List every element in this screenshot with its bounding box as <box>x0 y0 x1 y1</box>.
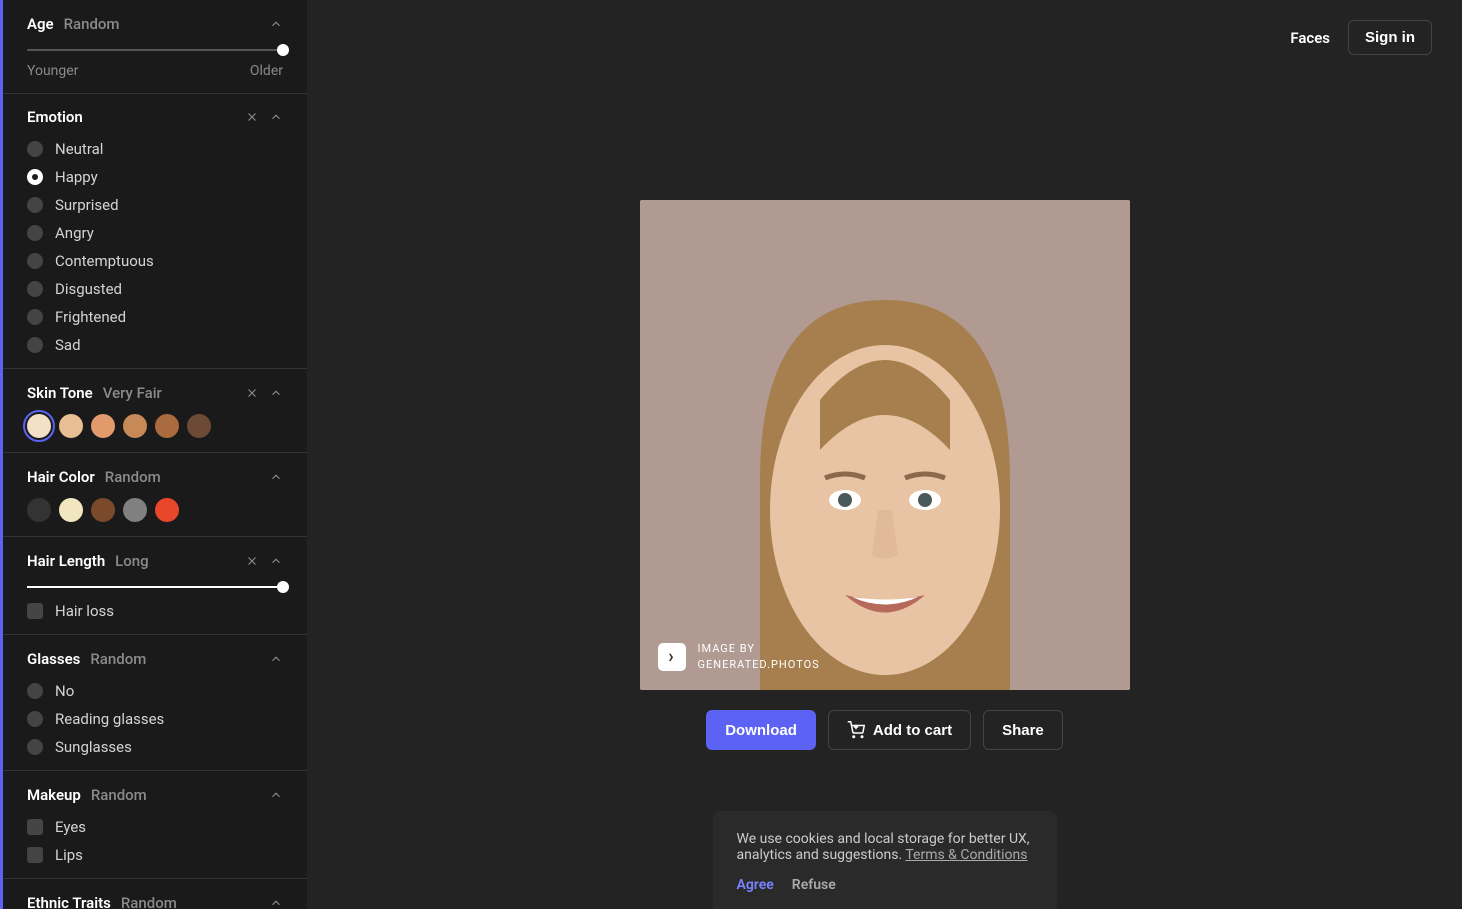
cookie-consent: We use cookies and local storage for bet… <box>713 811 1057 909</box>
emotion-option-sad[interactable]: Sad <box>27 336 283 354</box>
sidebar: Age Random Younger Older Emotion Neutral… <box>0 0 307 909</box>
skintone-swatch-0[interactable] <box>27 414 51 438</box>
add-to-cart-label: Add to cart <box>873 722 952 739</box>
age-max-label: Older <box>250 63 283 79</box>
hairlength-title: Hair Length <box>27 552 105 570</box>
emotion-option-neutral[interactable]: Neutral <box>27 140 283 158</box>
age-section: Age Random Younger Older <box>3 0 307 94</box>
skintone-value: Very Fair <box>103 384 162 402</box>
chevron-up-icon[interactable] <box>269 652 283 666</box>
makeup-value: Random <box>91 786 147 804</box>
glasses-section: Glasses Random No Reading glasses Sunglass… <box>3 635 307 771</box>
chevron-up-icon[interactable] <box>269 896 283 909</box>
makeup-title: Makeup <box>27 786 81 804</box>
action-buttons: Download Add to cart Share <box>640 710 1130 750</box>
hairloss-checkbox[interactable]: Hair loss <box>27 602 283 620</box>
age-value: Random <box>64 15 120 33</box>
cart-plus-icon <box>847 721 865 739</box>
topbar: Faces Sign in <box>1260 0 1462 75</box>
skintone-swatch-3[interactable] <box>123 414 147 438</box>
chevron-up-icon[interactable] <box>269 470 283 484</box>
terms-link[interactable]: Terms & Conditions <box>905 847 1027 863</box>
hairloss-label: Hair loss <box>55 602 114 620</box>
haircolor-title: Hair Color <box>27 468 95 486</box>
close-icon[interactable] <box>245 386 259 400</box>
wm-line1: IMAGE BY <box>698 641 820 656</box>
ethnic-value: Random <box>121 894 177 909</box>
faces-link[interactable]: Faces <box>1290 29 1330 47</box>
glasses-value: Random <box>90 650 146 668</box>
emotion-option-happy[interactable]: Happy <box>27 168 283 186</box>
signin-button[interactable]: Sign in <box>1348 20 1432 55</box>
haircolor-section: Hair Color Random <box>3 453 307 537</box>
add-to-cart-button[interactable]: Add to cart <box>828 710 971 750</box>
emotion-option-angry[interactable]: Angry <box>27 224 283 242</box>
age-title: Age <box>27 15 54 33</box>
face-container: › IMAGE BY GENERATED.PHOTOS Download Add… <box>640 200 1130 750</box>
share-button[interactable]: Share <box>983 710 1063 750</box>
hairlength-slider[interactable] <box>27 586 283 588</box>
close-icon[interactable] <box>245 110 259 124</box>
main-area: Faces Sign in › IMA <box>307 0 1462 909</box>
skintone-swatch-4[interactable] <box>155 414 179 438</box>
glasses-option-reading-glasses[interactable]: Reading glasses <box>27 710 283 728</box>
emotion-option-disgusted[interactable]: Disgusted <box>27 280 283 298</box>
haircolor-swatch-2[interactable] <box>91 498 115 522</box>
haircolor-value: Random <box>105 468 161 486</box>
emotion-option-surprised[interactable]: Surprised <box>27 196 283 214</box>
makeup-option-eyes[interactable]: Eyes <box>27 818 283 836</box>
emotion-section: Emotion Neutral Happy Surprised Angry Contem… <box>3 94 307 369</box>
skintone-title: Skin Tone <box>27 384 93 402</box>
age-min-label: Younger <box>27 63 78 79</box>
haircolor-swatch-4[interactable] <box>155 498 179 522</box>
skintone-swatch-2[interactable] <box>91 414 115 438</box>
hairlength-section: Hair Length Long Hair loss <box>3 537 307 635</box>
glasses-title: Glasses <box>27 650 80 668</box>
skintone-section: Skin Tone Very Fair <box>3 369 307 453</box>
emotion-title: Emotion <box>27 108 83 126</box>
glasses-option-sunglasses[interactable]: Sunglasses <box>27 738 283 756</box>
makeup-section: Makeup Random Eyes Lips <box>3 771 307 879</box>
hairlength-value: Long <box>115 552 148 570</box>
ethnic-title: Ethnic Traits <box>27 894 111 909</box>
watermark: › IMAGE BY GENERATED.PHOTOS <box>658 641 820 672</box>
haircolor-swatch-3[interactable] <box>123 498 147 522</box>
makeup-option-lips[interactable]: Lips <box>27 846 283 864</box>
download-button[interactable]: Download <box>706 710 816 750</box>
wm-line2: GENERATED.PHOTOS <box>698 657 820 672</box>
refuse-button[interactable]: Refuse <box>792 877 836 893</box>
chevron-up-icon[interactable] <box>269 17 283 31</box>
chevron-up-icon[interactable] <box>269 110 283 124</box>
agree-button[interactable]: Agree <box>737 877 774 893</box>
skintone-swatch-5[interactable] <box>187 414 211 438</box>
glasses-option-no[interactable]: No <box>27 682 283 700</box>
haircolor-swatch-1[interactable] <box>59 498 83 522</box>
age-slider[interactable] <box>27 49 283 51</box>
ethnic-section: Ethnic Traits Random Epicanthus <box>3 879 307 909</box>
generated-face-image: › IMAGE BY GENERATED.PHOTOS <box>640 200 1130 690</box>
watermark-logo-icon: › <box>658 643 686 671</box>
skintone-swatch-1[interactable] <box>59 414 83 438</box>
emotion-option-frightened[interactable]: Frightened <box>27 308 283 326</box>
chevron-up-icon[interactable] <box>269 386 283 400</box>
emotion-option-contemptuous[interactable]: Contemptuous <box>27 252 283 270</box>
chevron-up-icon[interactable] <box>269 788 283 802</box>
haircolor-swatch-0[interactable] <box>27 498 51 522</box>
chevron-up-icon[interactable] <box>269 554 283 568</box>
close-icon[interactable] <box>245 554 259 568</box>
